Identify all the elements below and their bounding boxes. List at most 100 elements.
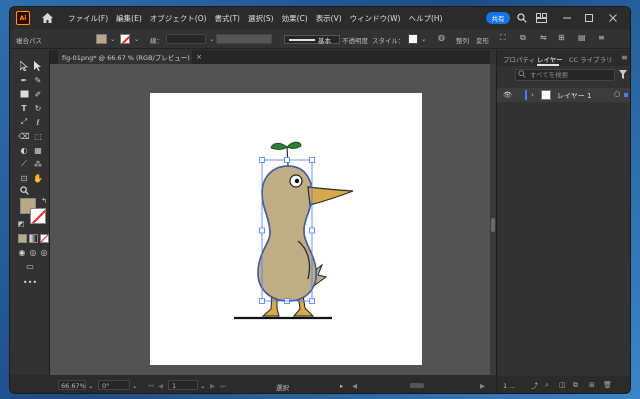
- menu-object[interactable]: オブジェクト(O): [146, 13, 211, 24]
- artboard-dropdown-icon[interactable]: ⌄: [200, 382, 205, 390]
- stroke-style-field[interactable]: [284, 35, 340, 44]
- home-icon[interactable]: [40, 11, 54, 25]
- menu-select[interactable]: 選択(S): [244, 13, 278, 24]
- clipping-mask-icon[interactable]: ◫: [559, 381, 566, 389]
- arrange-objects-icon[interactable]: ⧉: [520, 33, 526, 43]
- blend-tool-icon[interactable]: ⁂: [32, 158, 44, 170]
- document-tab-bar: fig-01png* @ 66.67 % (RGB/プレビュー) ×: [50, 50, 490, 64]
- maximize-icon[interactable]: [582, 11, 596, 25]
- arrange-icon[interactable]: [534, 11, 548, 25]
- free-transform-tool-icon[interactable]: ⬚: [32, 130, 44, 142]
- align-label[interactable]: 整列: [456, 35, 469, 45]
- edit-toolbar-icon[interactable]: •••: [23, 276, 37, 288]
- filter-icon[interactable]: [619, 70, 627, 81]
- shape-builder-tool-icon[interactable]: ◐: [18, 144, 30, 156]
- rectangle-tool-icon[interactable]: [18, 88, 30, 100]
- rotate-tool-icon[interactable]: ↻: [32, 102, 44, 114]
- screen-mode-icon[interactable]: ▭: [24, 260, 36, 272]
- sprout-leaf-right: [286, 141, 302, 149]
- ungroup-icon[interactable]: ⊞: [558, 33, 565, 42]
- minimize-icon[interactable]: [560, 11, 574, 25]
- gradient-tool-icon[interactable]: ▦: [32, 144, 44, 156]
- sprout-stem: [286, 146, 289, 167]
- menu-type[interactable]: 書式(T): [211, 13, 244, 24]
- tab-layers[interactable]: レイヤー: [537, 54, 563, 64]
- eyedropper-tool-icon[interactable]: ⟋: [18, 158, 30, 170]
- last-artboard-icon[interactable]: ⏭: [220, 382, 226, 391]
- first-artboard-icon[interactable]: ⏮: [148, 382, 154, 391]
- search-icon[interactable]: [515, 11, 529, 25]
- menu-edit[interactable]: 編集(E): [112, 13, 146, 24]
- isolate-icon[interactable]: ⛶: [500, 33, 506, 43]
- stroke-color-box[interactable]: [30, 208, 46, 224]
- stroke-weight-dropdown-icon[interactable]: ⌄: [209, 35, 214, 43]
- bird-illustration[interactable]: [150, 93, 422, 365]
- none-mode-icon[interactable]: [38, 232, 50, 244]
- pen-tool-icon[interactable]: ✒: [18, 74, 30, 86]
- tab-cc-libraries[interactable]: CC ライブラリ: [569, 54, 613, 64]
- graphic-style-swatch[interactable]: [408, 34, 418, 44]
- transform-label[interactable]: 変形: [476, 35, 489, 45]
- artboard-tool-icon[interactable]: ⊡: [18, 172, 30, 184]
- canvas-area[interactable]: [50, 64, 490, 375]
- horizontal-scroll-thumb[interactable]: [410, 383, 424, 388]
- target-icon[interactable]: ○: [614, 90, 620, 98]
- menu-view[interactable]: 表示(V): [312, 13, 346, 24]
- opacity-label[interactable]: 不透明度: [342, 35, 368, 45]
- zoom-dropdown-icon[interactable]: ⌄: [88, 382, 93, 390]
- status-menu-icon[interactable]: ▸: [340, 382, 343, 390]
- menu-file[interactable]: ファイル(F): [64, 13, 112, 24]
- prev-artboard-icon[interactable]: ◀: [158, 382, 163, 390]
- panel-toggle-icon[interactable]: ▤: [578, 33, 586, 42]
- next-artboard-icon[interactable]: ▶: [210, 382, 215, 390]
- direct-selection-tool-icon[interactable]: [32, 60, 44, 72]
- artboard[interactable]: [150, 93, 422, 365]
- style-dropdown-icon[interactable]: ⌄: [421, 35, 426, 43]
- layer-search-input[interactable]: すべてを検索: [515, 69, 615, 81]
- menu-icon[interactable]: ≡: [598, 33, 605, 42]
- new-layer-icon[interactable]: ⊞: [589, 381, 595, 389]
- scale-tool-icon[interactable]: ⤢: [18, 116, 30, 128]
- curvature-tool-icon[interactable]: ✎: [32, 74, 44, 86]
- type-tool-icon[interactable]: T: [18, 102, 30, 114]
- eraser-tool-icon[interactable]: ⌫: [18, 130, 30, 142]
- share-button[interactable]: 共有: [486, 12, 510, 24]
- tab-properties[interactable]: プロパティ: [503, 54, 535, 64]
- layer-row[interactable]: 👁 › レイヤー 1 ○: [497, 88, 630, 102]
- export-icon[interactable]: ⤴: [531, 381, 538, 391]
- menu-help[interactable]: ヘルプ(H): [404, 13, 446, 24]
- scroll-left-icon[interactable]: ◀: [352, 382, 357, 390]
- fill-dropdown-icon[interactable]: ⌄: [110, 35, 115, 43]
- vertical-scroll-thumb[interactable]: [491, 218, 495, 232]
- reflect-icon[interactable]: ⇋: [540, 33, 547, 42]
- delete-icon[interactable]: 🗑: [603, 381, 612, 389]
- fill-swatch[interactable]: [96, 34, 107, 44]
- zoom-tool-icon[interactable]: [18, 184, 30, 196]
- new-sublayer-icon[interactable]: ⧉: [573, 381, 578, 390]
- recolor-icon[interactable]: ◍: [438, 33, 445, 42]
- swap-colors-icon[interactable]: ↰: [38, 195, 50, 207]
- panel-menu-icon[interactable]: ≡: [621, 53, 628, 62]
- tab-close-icon[interactable]: ×: [196, 53, 202, 61]
- locate-object-icon[interactable]: ⌕: [545, 381, 549, 390]
- draw-inside-icon[interactable]: ◎: [38, 246, 50, 258]
- stroke-weight-field[interactable]: [166, 34, 206, 44]
- eye-icon[interactable]: 👁: [503, 91, 512, 99]
- brush-tool-icon[interactable]: ✐: [32, 88, 44, 100]
- close-icon[interactable]: [606, 11, 620, 25]
- scroll-right-icon[interactable]: ▶: [480, 382, 485, 390]
- stroke-swatch[interactable]: [120, 34, 130, 44]
- selection-tool-icon[interactable]: [18, 60, 30, 72]
- menu-effect[interactable]: 効果(C): [278, 13, 312, 24]
- document-tab[interactable]: fig-01png* @ 66.67 % (RGB/プレビュー) ×: [58, 50, 202, 64]
- variable-width-field[interactable]: [216, 34, 272, 44]
- lasso-tool-icon[interactable]: ℓ: [32, 116, 44, 128]
- stroke-dropdown-icon[interactable]: ⌄: [134, 35, 139, 43]
- selection-indicator[interactable]: [624, 93, 628, 97]
- menu-window[interactable]: ウィンドウ(W): [346, 13, 405, 24]
- hand-tool-icon[interactable]: ✋: [32, 172, 44, 184]
- chevron-right-icon[interactable]: ›: [531, 91, 534, 99]
- rotation-dropdown-icon[interactable]: ⌄: [132, 382, 137, 390]
- layer-name[interactable]: レイヤー 1: [557, 91, 591, 101]
- default-colors-icon[interactable]: ◩: [15, 218, 27, 230]
